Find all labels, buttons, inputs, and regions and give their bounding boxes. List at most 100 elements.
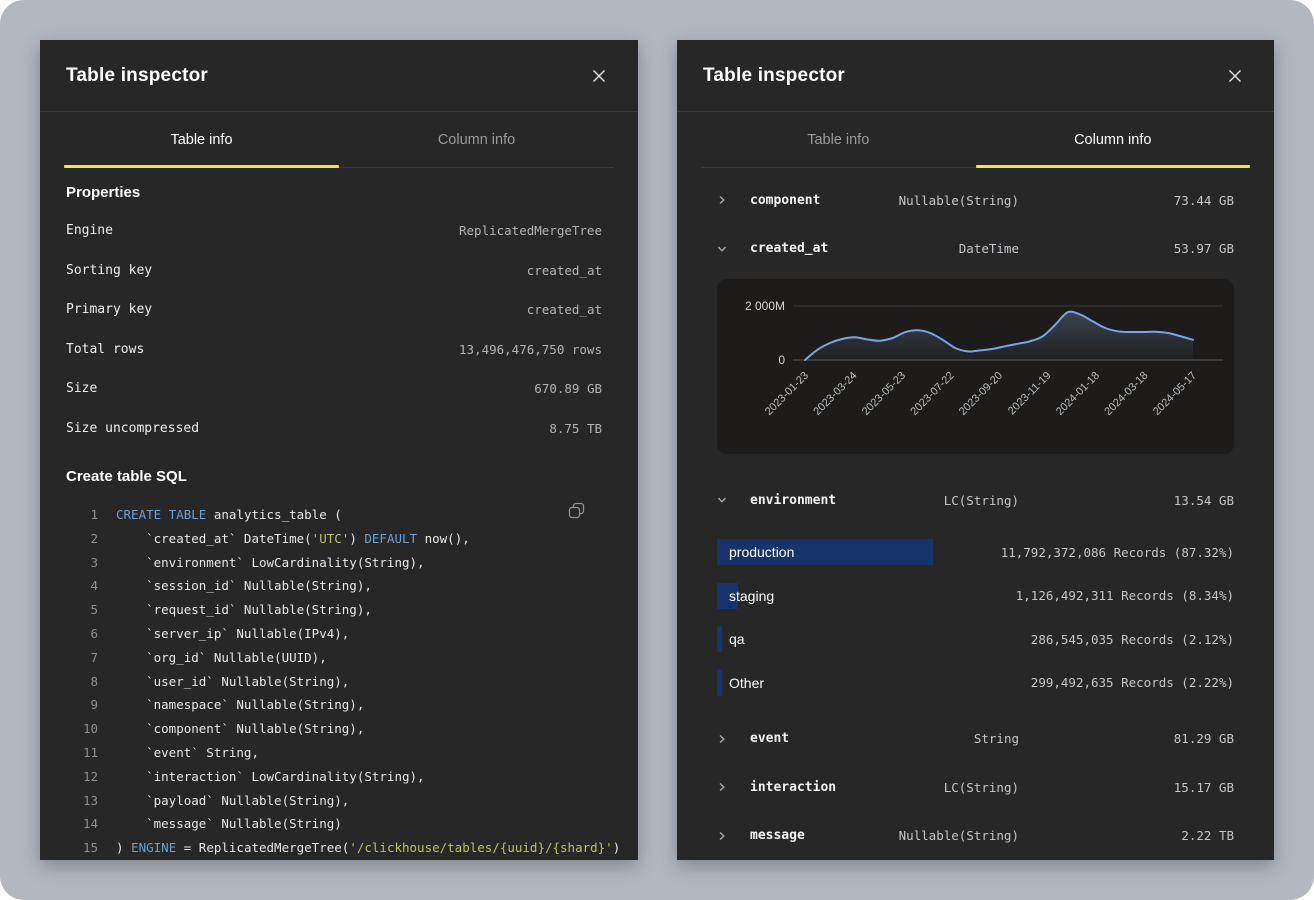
- property-row: Total rows13,496,476,750 rows: [66, 330, 602, 370]
- line-number: 1: [66, 503, 98, 527]
- tab-column-info[interactable]: Column info: [339, 112, 614, 167]
- property-value: created_at: [527, 302, 602, 317]
- column-row-component[interactable]: componentNullable(String)73.44 GB: [717, 176, 1234, 225]
- value-bar-container: production: [717, 539, 989, 565]
- sql-code-line: 6 `server_ip` Nullable(IPv4),: [66, 622, 602, 646]
- chevron-right-icon: [717, 782, 729, 792]
- line-number: 11: [66, 741, 98, 765]
- sql-code-text: `namespace` Nullable(String),: [116, 693, 364, 717]
- value-record-count: 299,492,635 Records (2.22%): [1031, 675, 1234, 690]
- property-value: 8.75 TB: [549, 421, 602, 436]
- property-row: Primary key created_at: [66, 290, 602, 330]
- tab-bar: Table info Column info: [64, 112, 614, 168]
- column-row-environment[interactable]: environmentLC(String)13.54 GB: [717, 476, 1234, 525]
- sql-code-text: `created_at` DateTime('UTC') DEFAULT now…: [116, 527, 470, 551]
- sql-code-text: `request_id` Nullable(String),: [116, 598, 372, 622]
- sql-code-text: `component` Nullable(String),: [116, 717, 364, 741]
- line-number: 5: [66, 598, 98, 622]
- y-axis-tick-label: 2 000M: [745, 299, 785, 313]
- column-row-event[interactable]: eventString81.29 GB: [717, 715, 1234, 764]
- value-label: qa: [729, 626, 745, 652]
- column-size: 15.17 GB: [1019, 780, 1234, 795]
- table-inspector-dialog-left: Table inspector Table info Column info P…: [40, 40, 638, 860]
- value-bar-container: Other: [717, 670, 1019, 696]
- properties-heading: Properties: [66, 184, 602, 201]
- sql-code-line: 2 `created_at` DateTime('UTC') DEFAULT n…: [66, 527, 602, 551]
- close-button[interactable]: [588, 65, 610, 87]
- column-type: String: [885, 731, 1020, 746]
- chevron-down-icon: [717, 495, 729, 505]
- value-proportion-bar: [717, 670, 722, 696]
- tab-label: Table info: [807, 132, 869, 148]
- property-label: Primary key: [66, 302, 152, 317]
- sql-code-text: `interaction` LowCardinality(String),: [116, 765, 425, 789]
- value-proportion-bar: [717, 626, 722, 652]
- created-at-histogram-chart: 2 000M02023-01-232023-03-242023-05-23202…: [717, 279, 1234, 454]
- dialog-title: Table inspector: [703, 65, 845, 87]
- sql-code-text: `server_ip` Nullable(IPv4),: [116, 622, 349, 646]
- sql-code-text: `event` String,: [116, 741, 259, 765]
- value-bar-container: staging: [717, 583, 1004, 609]
- line-number: 14: [66, 812, 98, 836]
- column-row-message[interactable]: messageNullable(String)2.22 TB: [717, 812, 1234, 861]
- environment-value-row: qa 286,545,035 Records (2.12%): [717, 618, 1234, 662]
- sql-code-line: 1CREATE TABLE analytics_table (: [66, 503, 602, 527]
- chevron-right-icon: [717, 831, 729, 841]
- column-type: LC(String): [885, 493, 1020, 508]
- create-table-sql-heading: Create table SQL: [66, 468, 602, 485]
- chevron-right-icon: [717, 734, 729, 744]
- column-row-interaction[interactable]: interactionLC(String)15.17 GB: [717, 763, 1234, 812]
- line-number: 12: [66, 765, 98, 789]
- line-number: 3: [66, 551, 98, 575]
- column-type: Nullable(String): [885, 828, 1020, 843]
- environment-value-row: Other 299,492,635 Records (2.22%): [717, 661, 1234, 705]
- sql-code-text: `payload` Nullable(String),: [116, 789, 349, 813]
- column-size: 2.22 TB: [1019, 828, 1234, 843]
- line-number: 8: [66, 670, 98, 694]
- copy-sql-button[interactable]: [563, 497, 590, 524]
- properties-list: EngineReplicatedMergeTreeSorting keycrea…: [66, 211, 602, 448]
- sql-code-line: 9 `namespace` Nullable(String),: [66, 693, 602, 717]
- sql-code-line: 13 `payload` Nullable(String),: [66, 789, 602, 813]
- environment-value-row: production11,792,372,086 Records (87.32%…: [717, 531, 1234, 575]
- sql-code-line: 11 `event` String,: [66, 741, 602, 765]
- x-axis-tick-label: 2023-01-23: [763, 370, 811, 418]
- page-background: Table inspector Table info Column info P…: [0, 0, 1314, 900]
- value-bar-container: qa: [717, 626, 1019, 652]
- property-value: 670.89 GB: [534, 381, 602, 396]
- sql-code-text: `environment` LowCardinality(String),: [116, 551, 425, 575]
- column-row-created_at[interactable]: created_atDateTime53.97 GB: [717, 225, 1234, 274]
- tab-table-info[interactable]: Table info: [64, 112, 339, 167]
- property-label: Size: [66, 381, 97, 396]
- line-number: 7: [66, 646, 98, 670]
- line-number: 4: [66, 574, 98, 598]
- sql-code-line: 7 `org_id` Nullable(UUID),: [66, 646, 602, 670]
- table-inspector-dialog-right: Table inspector Table info Column info c…: [677, 40, 1274, 860]
- line-number: 2: [66, 527, 98, 551]
- table-info-content: Properties EngineReplicatedMergeTreeSort…: [40, 184, 638, 860]
- value-label: staging: [729, 583, 774, 609]
- close-icon: [1228, 69, 1242, 83]
- sql-code-line: 8 `user_id` Nullable(String),: [66, 670, 602, 694]
- close-button[interactable]: [1224, 65, 1246, 87]
- column-name: event: [750, 731, 885, 746]
- property-row: Size 670.89 GB: [66, 369, 602, 409]
- sql-code-text: `session_id` Nullable(String),: [116, 574, 372, 598]
- column-name: interaction: [750, 780, 885, 795]
- property-value: 13,496,476,750 rows: [459, 342, 602, 357]
- dialog-title: Table inspector: [66, 65, 208, 87]
- x-axis-tick-label: 2023-11-19: [1006, 370, 1054, 418]
- column-name: environment: [750, 493, 885, 508]
- property-row: EngineReplicatedMergeTree: [66, 211, 602, 251]
- sql-code-text: `user_id` Nullable(String),: [116, 670, 349, 694]
- tab-column-info[interactable]: Column info: [976, 112, 1251, 167]
- column-info-list: componentNullable(String)73.44 GBcreated…: [677, 168, 1274, 860]
- tab-bar: Table info Column info: [701, 112, 1250, 168]
- value-record-count: 1,126,492,311 Records (8.34%): [1016, 588, 1234, 603]
- column-size: 81.29 GB: [1019, 731, 1234, 746]
- dialog-header: Table inspector: [677, 40, 1274, 112]
- value-record-count: 286,545,035 Records (2.12%): [1031, 632, 1234, 647]
- tab-table-info[interactable]: Table info: [701, 112, 976, 167]
- x-axis-tick-label: 2024-03-18: [1102, 370, 1150, 418]
- sql-code-line: 12 `interaction` LowCardinality(String),: [66, 765, 602, 789]
